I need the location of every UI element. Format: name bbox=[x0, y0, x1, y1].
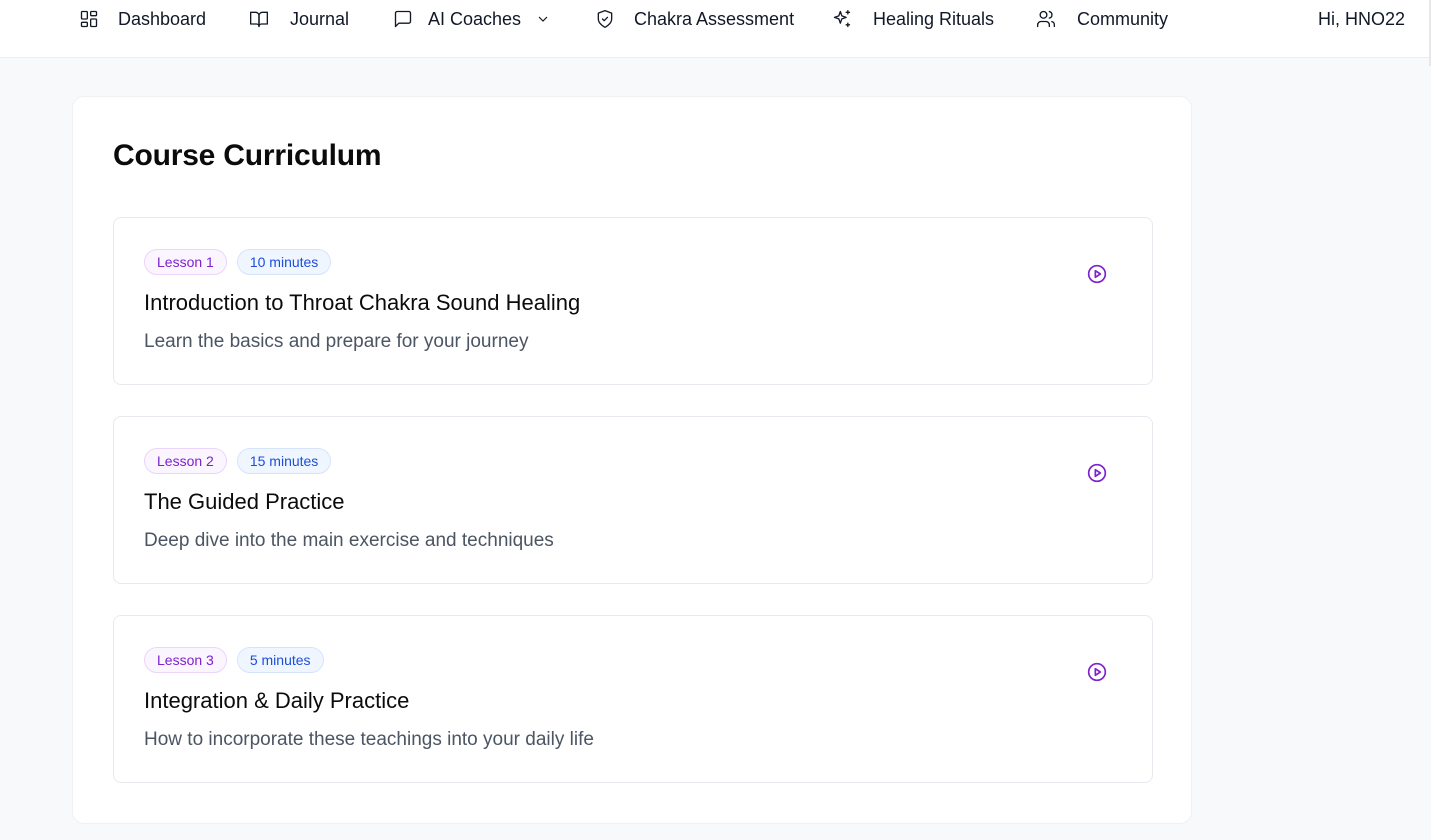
play-circle-icon bbox=[1087, 264, 1107, 284]
nav-item-dashboard[interactable]: Dashboard bbox=[78, 0, 206, 38]
shield-check-icon bbox=[594, 8, 616, 30]
duration-badge: 15 minutes bbox=[236, 448, 332, 474]
play-lesson-button[interactable] bbox=[1086, 462, 1108, 484]
lesson-number-badge: Lesson 1 bbox=[144, 249, 227, 275]
lesson-card[interactable]: Lesson 1 10 minutes Introduction to Thro… bbox=[113, 217, 1153, 385]
chevron-down-icon[interactable] bbox=[535, 11, 551, 27]
lesson-description: How to incorporate these teachings into … bbox=[144, 729, 594, 750]
play-lesson-button[interactable] bbox=[1086, 661, 1108, 683]
lesson-title: Integration & Daily Practice bbox=[144, 688, 410, 713]
lesson-badges: Lesson 3 5 minutes bbox=[144, 647, 324, 673]
lesson-number-badge: Lesson 2 bbox=[144, 448, 227, 474]
dashboard-grid-icon bbox=[78, 8, 100, 30]
nav-item-label: Dashboard bbox=[118, 8, 207, 29]
play-lesson-button[interactable] bbox=[1086, 263, 1108, 285]
nav-item-chakra-assessment[interactable]: Chakra Assessment bbox=[594, 0, 794, 38]
nav-item-label: Journal bbox=[290, 8, 350, 29]
lesson-description: Deep dive into the main exercise and tec… bbox=[144, 530, 554, 551]
play-circle-icon bbox=[1087, 662, 1107, 682]
lesson-description: Learn the basics and prepare for your jo… bbox=[144, 331, 529, 352]
lesson-title: Introduction to Throat Chakra Sound Heal… bbox=[144, 290, 581, 315]
sparkles-icon bbox=[831, 8, 853, 30]
message-square-icon bbox=[392, 8, 414, 30]
lesson-badges: Lesson 2 15 minutes bbox=[144, 448, 332, 474]
top-navigation-bar: Dashboard Journal AI Coaches Chakra Asse… bbox=[0, 0, 1431, 58]
page-title: Course Curriculum bbox=[113, 139, 382, 172]
nav-item-ai-coaches[interactable]: AI Coaches bbox=[392, 0, 551, 38]
user-greeting[interactable]: Hi, HNO22 bbox=[1318, 0, 1405, 38]
course-curriculum-card: Course Curriculum Lesson 1 10 minutes In… bbox=[72, 96, 1192, 824]
lesson-card[interactable]: Lesson 2 15 minutes The Guided Practice … bbox=[113, 416, 1153, 584]
play-circle-icon bbox=[1087, 463, 1107, 483]
nav-item-label: Healing Rituals bbox=[873, 8, 995, 29]
nav-item-community[interactable]: Community bbox=[1035, 0, 1168, 38]
nav-item-label: Chakra Assessment bbox=[634, 8, 795, 29]
lesson-number-badge: Lesson 3 bbox=[144, 647, 227, 673]
book-icon bbox=[248, 8, 270, 30]
duration-badge: 10 minutes bbox=[236, 249, 332, 275]
lesson-badges: Lesson 1 10 minutes bbox=[144, 249, 332, 275]
users-icon bbox=[1035, 8, 1057, 30]
nav-item-healing-rituals[interactable]: Healing Rituals bbox=[831, 0, 994, 38]
nav-item-journal[interactable]: Journal bbox=[248, 0, 349, 38]
lesson-title: The Guided Practice bbox=[144, 489, 345, 514]
lesson-card[interactable]: Lesson 3 5 minutes Integration & Daily P… bbox=[113, 615, 1153, 783]
duration-badge: 5 minutes bbox=[236, 647, 324, 673]
nav-item-label: Community bbox=[1077, 8, 1169, 29]
nav-item-label: AI Coaches bbox=[428, 8, 522, 29]
